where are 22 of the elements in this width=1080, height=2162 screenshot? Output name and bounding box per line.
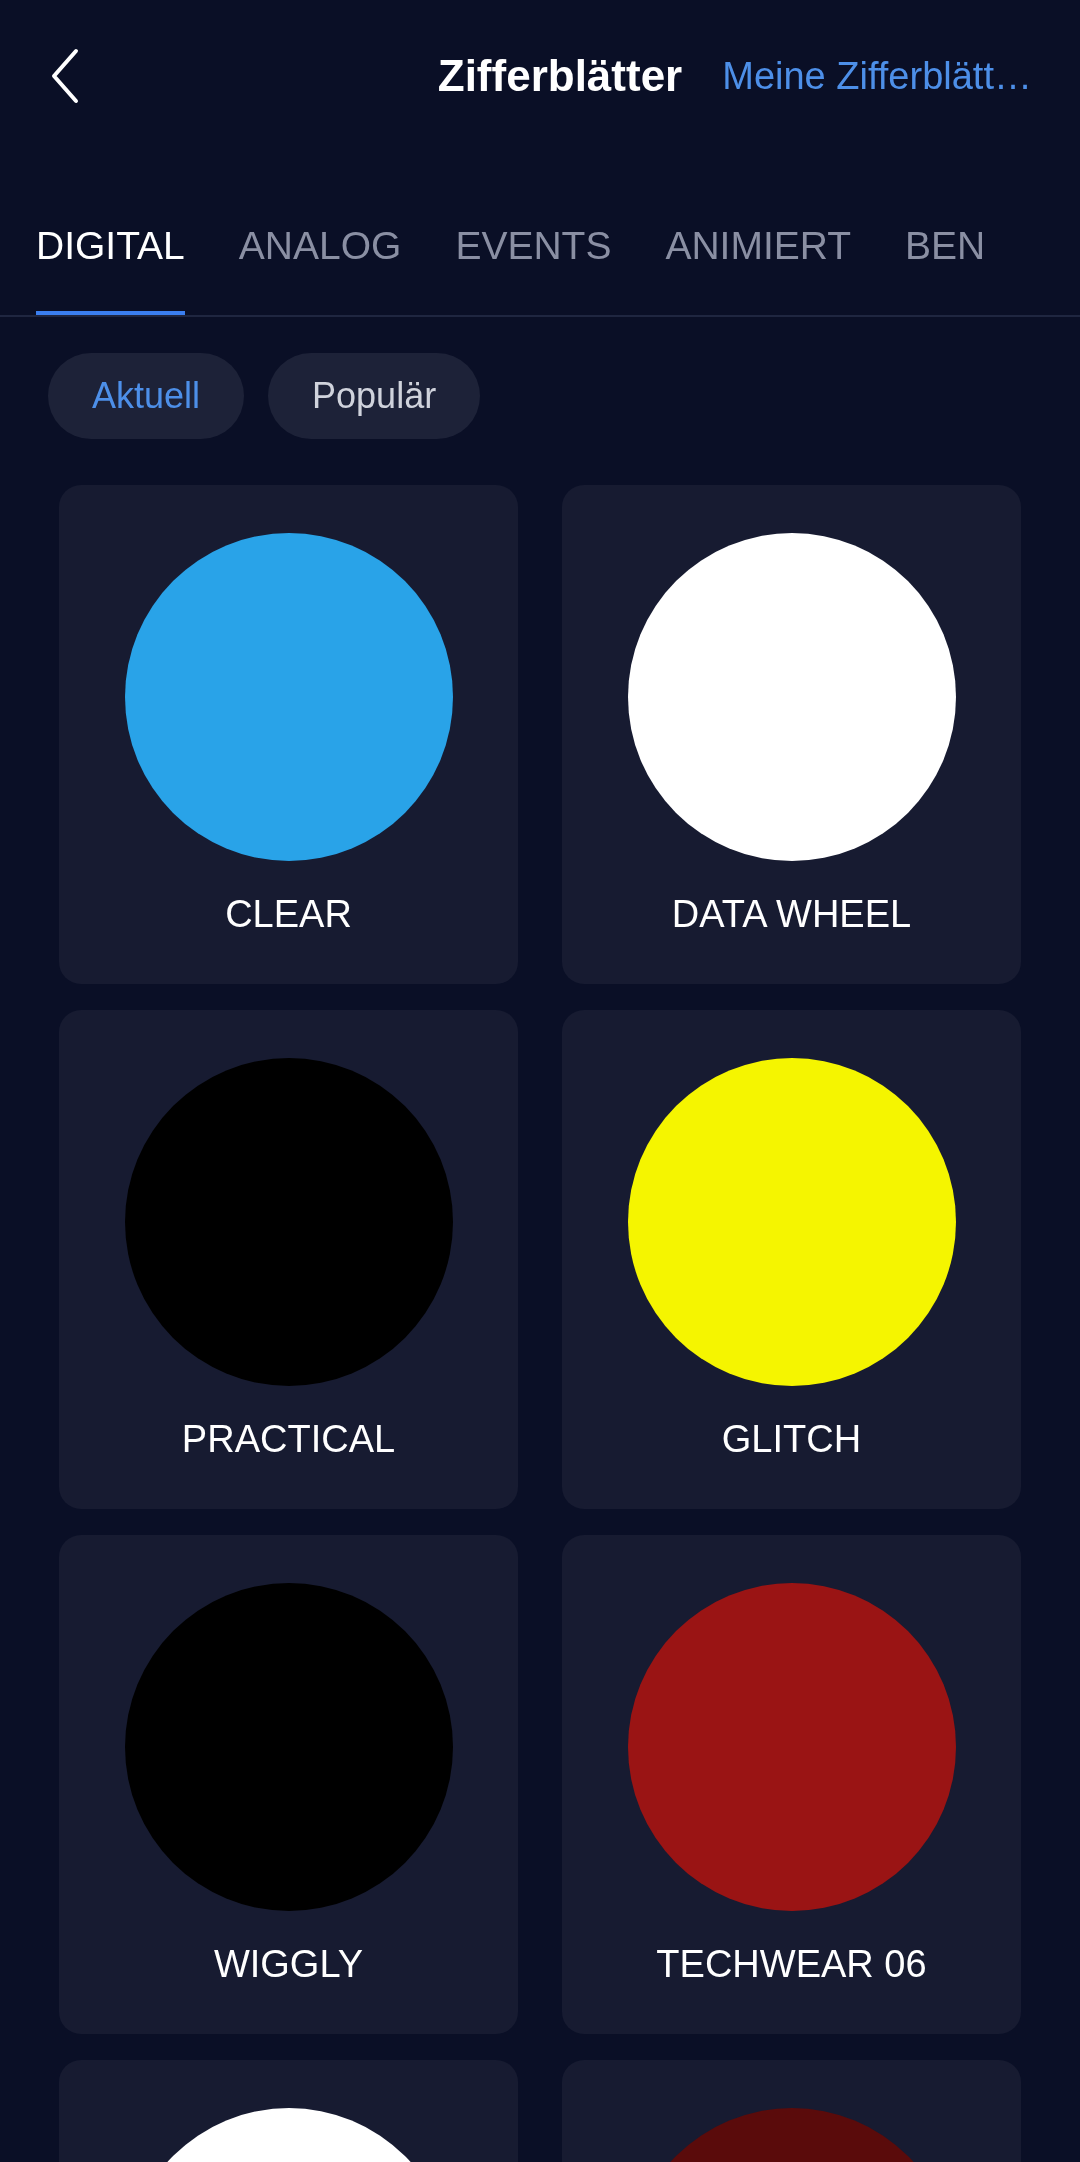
watch-face-name: GLITCH (721, 1418, 862, 1461)
watch-face-name: TECHWEAR 06 (656, 1943, 927, 1986)
watch-face-name: CLEAR (225, 893, 352, 936)
watch-face-name: WIGGLY (213, 1943, 364, 1986)
watch-face-card[interactable]: CLEAR (59, 485, 518, 984)
category-tab[interactable]: EVENTS (455, 224, 612, 315)
watch-face-card[interactable]: TECHWEAR 06 (562, 1535, 1021, 2034)
my-watch-faces-link[interactable]: Meine Zifferblätt… (722, 54, 1032, 98)
watch-face-card[interactable]: WIGGLY (59, 1535, 518, 2034)
watch-face-card[interactable]: PRACTICAL (59, 1010, 518, 1509)
page-title: Zifferblätter (437, 51, 683, 101)
back-icon[interactable] (50, 48, 80, 104)
category-tab[interactable]: DIGITAL (36, 224, 185, 315)
watch-face-name: PRACTICAL (181, 1418, 396, 1461)
watch-face-card[interactable]: GLITCH (562, 1010, 1021, 1509)
filter-chip[interactable]: Populär (268, 353, 481, 439)
watch-face-card[interactable]: DATA WHEEL (562, 485, 1021, 984)
watch-face-name: DATA WHEEL (671, 893, 912, 936)
filter-chip[interactable]: Aktuell (48, 353, 245, 439)
category-tab[interactable]: ANALOG (238, 224, 402, 315)
category-tab[interactable]: BEN (905, 224, 986, 315)
category-tab[interactable]: ANIMIERT (665, 224, 852, 315)
